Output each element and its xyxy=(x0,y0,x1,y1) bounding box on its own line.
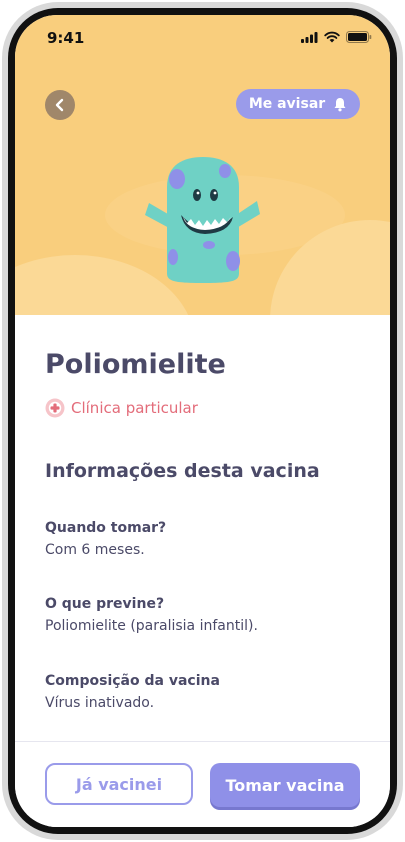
status-icons xyxy=(301,31,372,43)
info-label: O que previne? xyxy=(45,596,165,612)
signal-icon xyxy=(301,31,318,43)
screen: 9:41 Me avisar Poliomielite Clínica part… xyxy=(15,15,390,827)
battery-icon xyxy=(346,31,372,43)
back-button[interactable] xyxy=(45,90,75,120)
info-item-composition: Composição da vacina Vírus inativado. xyxy=(45,673,220,711)
status-bar: 9:41 xyxy=(15,15,390,59)
bell-icon xyxy=(334,97,346,111)
vaccine-detail: Poliomielite Clínica particular Informaç… xyxy=(15,315,390,741)
status-time: 9:41 xyxy=(47,29,85,47)
mascot-illustration xyxy=(145,157,260,283)
info-label: Composição da vacina xyxy=(45,673,220,689)
page-title: Poliomielite xyxy=(45,349,226,380)
info-item-when: Quando tomar? Com 6 meses. xyxy=(45,520,166,558)
hero-banner: 9:41 Me avisar xyxy=(15,15,390,315)
notify-button[interactable]: Me avisar xyxy=(236,89,360,119)
phone-device: 9:41 Me avisar Poliomielite Clínica part… xyxy=(0,0,405,842)
action-bar: Já vacinei Tomar vacina xyxy=(15,741,390,827)
info-label: Quando tomar? xyxy=(45,520,167,536)
wifi-icon xyxy=(324,31,340,43)
take-vaccine-button[interactable]: Tomar vacina xyxy=(210,763,360,807)
info-value: Vírus inativado. xyxy=(45,695,155,711)
already-vaccinated-button[interactable]: Já vacinei xyxy=(45,763,193,805)
clinic-label: Clínica particular xyxy=(71,399,198,417)
info-value: Poliomielite (paralisia infantil). xyxy=(45,618,258,634)
chevron-left-icon xyxy=(55,98,64,112)
section-title: Informações desta vacina xyxy=(45,460,320,482)
clinic-badge-icon xyxy=(45,398,65,418)
clinic-tag: Clínica particular xyxy=(45,398,198,418)
notify-label: Me avisar xyxy=(248,96,326,112)
info-value: Com 6 meses. xyxy=(45,542,145,558)
info-item-prevents: O que previne? Poliomielite (paralisia i… xyxy=(45,596,258,634)
